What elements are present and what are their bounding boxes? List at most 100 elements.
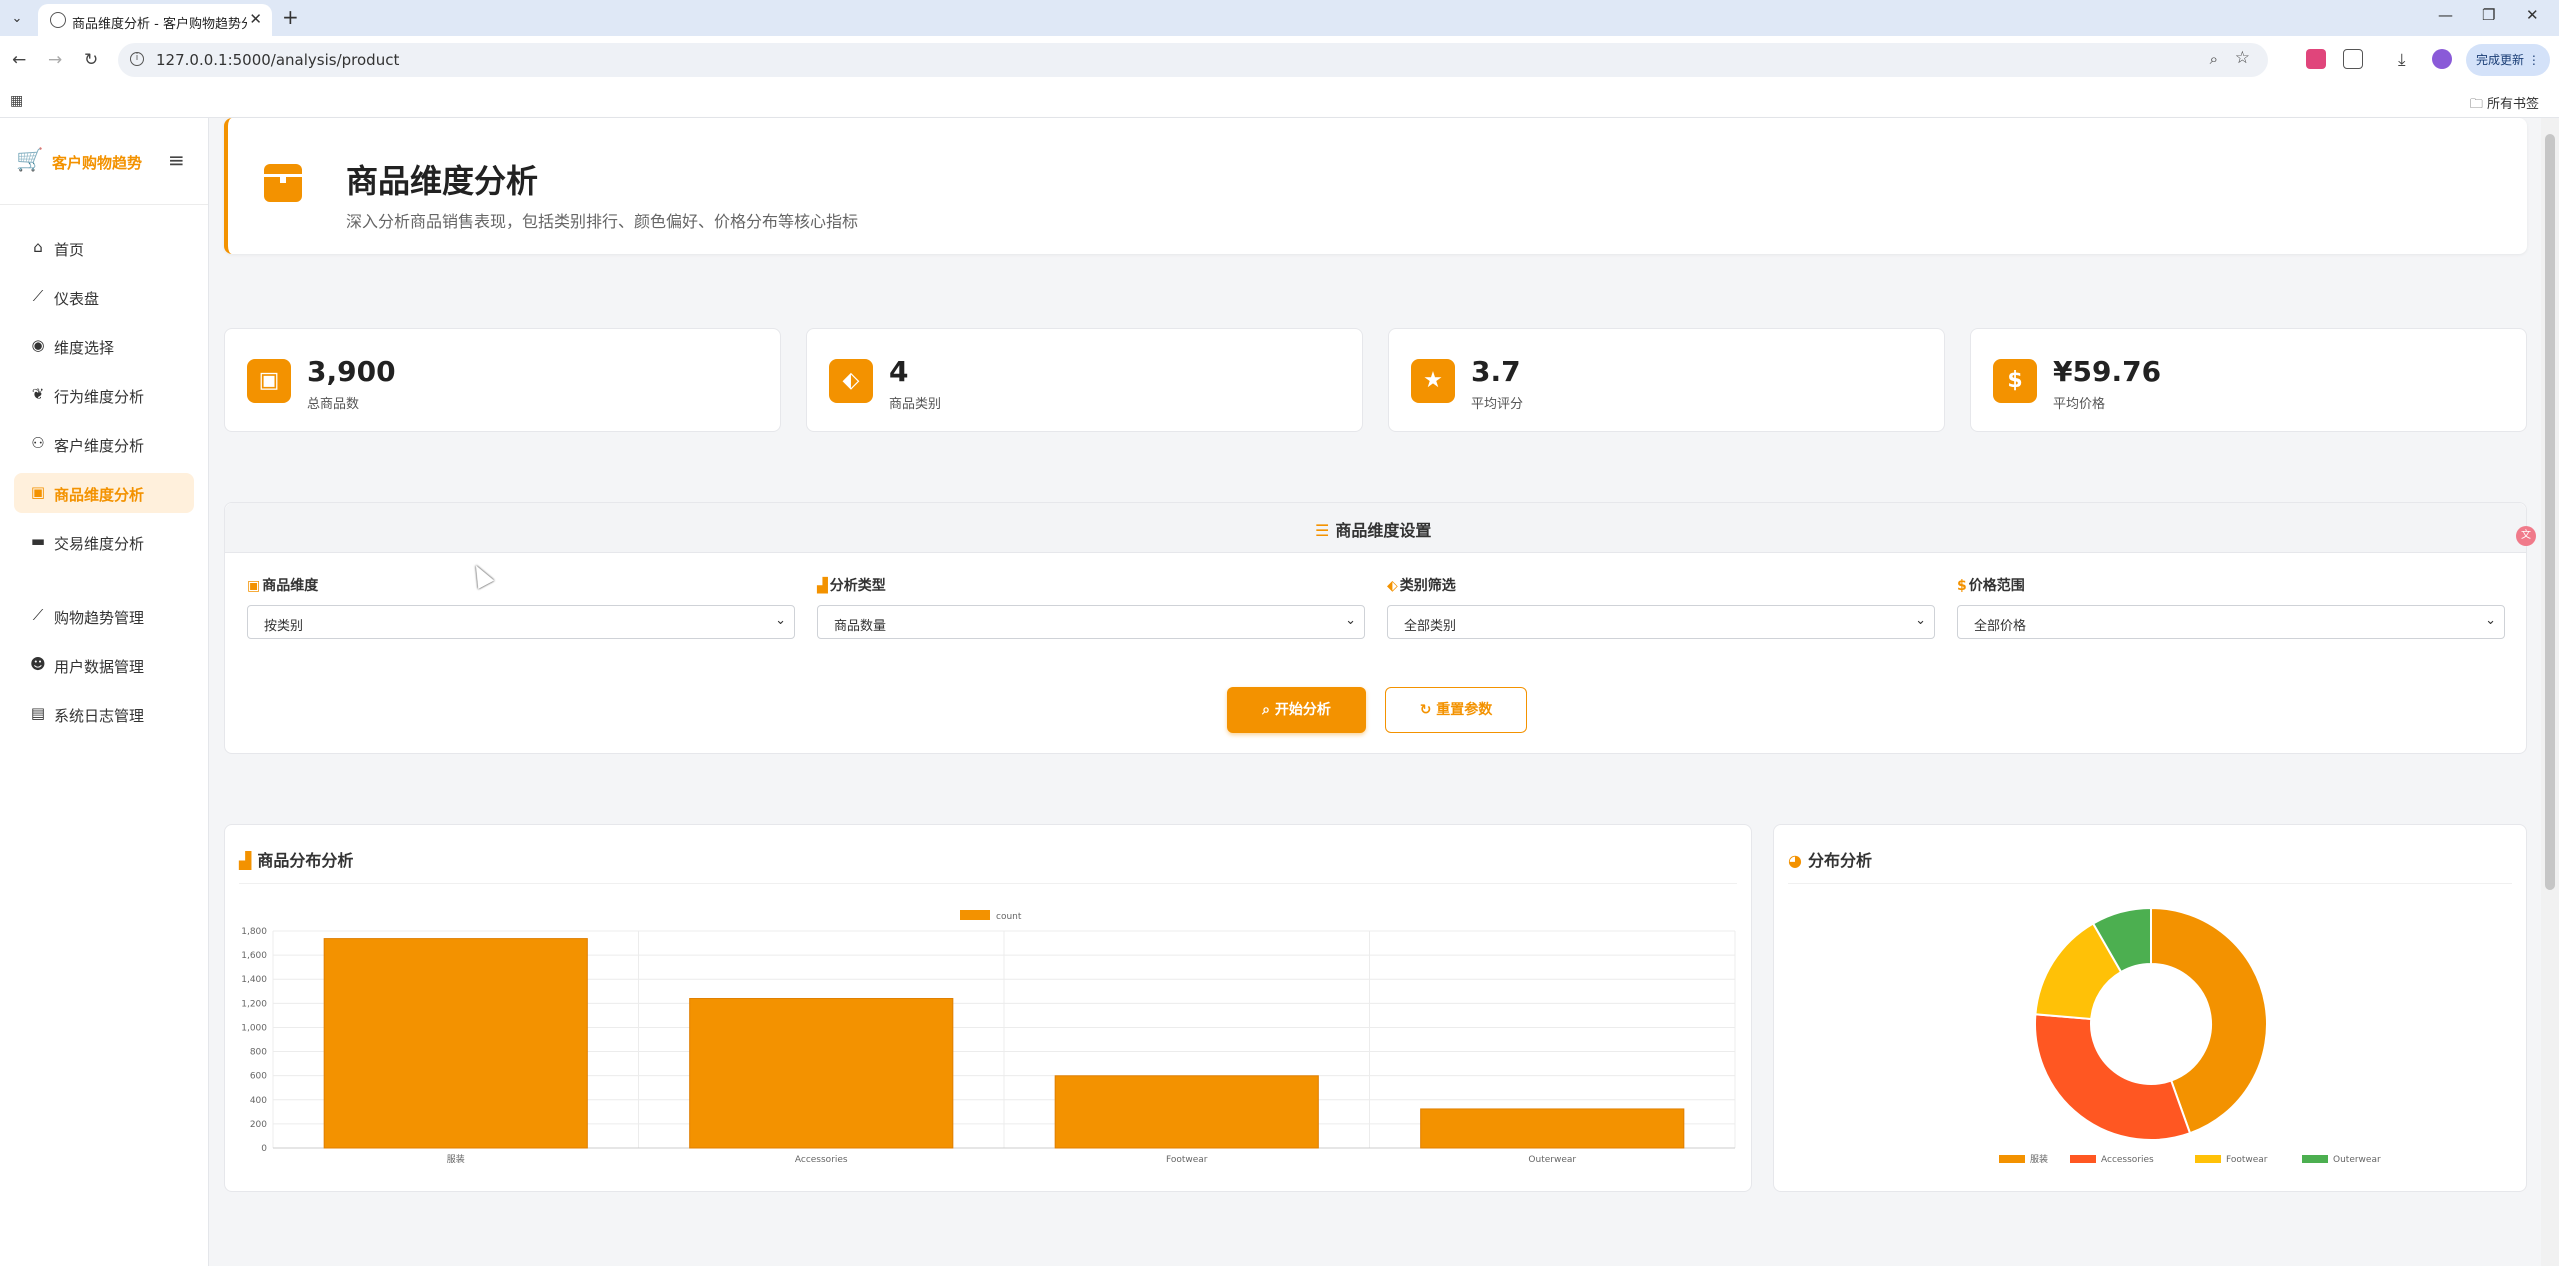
y-tick-label: 0 [261,1144,267,1154]
legend-label: Footwear [2226,1155,2268,1165]
field-analysis-type: ▟ 分析类型 商品数量 ⌄ [817,575,1365,639]
pie-slice [2034,1013,2192,1141]
sidebar-item-product[interactable]: ▣ 商品维度分析 [14,473,194,513]
sidebar-item-trend-manage[interactable]: ⟋ 购物趋势管理 [14,596,194,636]
stat-card-avg-price: $ ¥59.76 平均价格 [1970,328,2527,432]
bar [323,938,588,1149]
site-info-icon[interactable]: i [130,52,144,66]
extension-icon[interactable] [2306,49,2326,69]
y-tick-label: 1,600 [241,951,267,961]
tab-title: 商品维度分析 - 客户购物趋势分析 [72,17,247,32]
sidebar-item-transaction[interactable]: ▬ 交易维度分析 [14,522,194,562]
bookmarks-bar: ▦ 🗀 所有书签 [0,84,2559,118]
avatar[interactable] [2432,49,2452,69]
sliders-icon: ☰ [1315,521,1330,540]
zoom-magnifier-icon[interactable]: ⌕ [2210,50,2218,68]
legend-swatch [2195,1155,2221,1163]
browser-tab[interactable]: 商品维度分析 - 客户购物趋势分析 ✕ [38,4,272,36]
legend-label: count [996,912,1022,922]
box-icon: ▣ [247,578,261,594]
legend-label: Accessories [2101,1155,2154,1165]
restore-icon[interactable]: ❐ [2482,6,2495,24]
bar [1420,1108,1685,1149]
url-field[interactable]: i 127.0.0.1:5000/analysis/product ⌕ ☆ [118,43,2268,77]
dollar-icon: $ [1993,359,2037,403]
analysis-type-select[interactable]: 商品数量 ⌄ [817,605,1365,639]
x-tick-label: 服装 [447,1153,465,1165]
category-filter-select[interactable]: 全部类别 ⌄ [1387,605,1935,639]
x-tick-label: Footwear [1166,1155,1208,1165]
pie-chart-card: ◕ 分布分析 服装 Accessories Footwear Outerwear [1773,824,2527,1192]
y-tick-label: 1,000 [241,1023,267,1033]
sidebar-item-label: 仪表盘 [54,290,100,308]
x-tick-label: Accessories [795,1155,848,1165]
sidebar-item-user-data[interactable]: ☻ 用户数据管理 [14,645,194,685]
sidebar-item-dashboard[interactable]: ⟋ 仪表盘 [14,277,194,317]
stat-value: 3.7 [1471,355,1521,388]
field-label: 价格范围 [1968,578,2025,594]
update-button[interactable]: 完成更新 ⋮ [2466,44,2550,76]
stat-label: 商品类别 [889,397,942,412]
window-close-icon[interactable]: ✕ [2526,6,2539,24]
new-tab-plus-icon[interactable]: + [282,5,299,29]
tab-list-chevron-icon[interactable]: ⌄ [6,8,28,30]
all-bookmarks-label: 所有书签 [2486,97,2539,112]
browser-tab-bar: ⌄ 商品维度分析 - 客户购物趋势分析 ✕ + — ❐ ✕ [0,0,2559,36]
legend-swatch [2302,1155,2328,1163]
update-label: 完成更新 [2476,53,2525,67]
field-price-range: $ 价格范围 全部价格 ⌄ [1957,575,2505,639]
download-icon[interactable]: ⤓ [2398,50,2406,70]
bookmark-star-icon[interactable]: ☆ [2235,48,2250,68]
sidebar-item-system-log[interactable]: ▤ 系统日志管理 [14,694,194,734]
minimize-icon[interactable]: — [2438,6,2453,24]
field-product-dimension: ▣ 商品维度 按类别 ⌄ [247,575,795,639]
puzzle-icon[interactable] [2343,49,2363,69]
back-arrow-icon[interactable]: ← [12,50,26,70]
sidebar-item-home[interactable]: ⌂ 首页 [14,228,194,268]
sidebar-item-label: 客户维度分析 [54,437,145,455]
reset-params-button[interactable]: ↻ 重置参数 [1385,687,1527,733]
select-value: 全部类别 [1404,619,1457,634]
sidebar-item-label: 交易维度分析 [54,535,145,553]
stat-label: 总商品数 [307,397,360,412]
brand[interactable]: 🛒 客户购物趋势 ≡ [16,148,196,178]
product-dimension-select[interactable]: 按类别 ⌄ [247,605,795,639]
url-text: 127.0.0.1:5000/analysis/product [156,51,400,69]
cart-icon: 🛒 [16,148,44,173]
apps-grid-icon[interactable]: ▦ [10,93,23,109]
brain-icon: ❦ [31,385,45,403]
start-analysis-button[interactable]: ⌕ 开始分析 [1227,687,1366,733]
hamburger-menu-icon[interactable]: ≡ [168,148,185,172]
legend-swatch [2070,1155,2096,1163]
price-range-select[interactable]: 全部价格 ⌄ [1957,605,2505,639]
star-icon: ★ [1411,359,1455,403]
page-scrollbar[interactable] [2541,118,2559,1266]
reload-icon[interactable]: ↻ [84,50,98,70]
sidebar-item-label: 维度选择 [54,339,115,357]
legend-swatch [1999,1155,2025,1163]
stat-value: ¥59.76 [2053,355,2162,388]
select-value: 商品数量 [834,619,887,634]
chart-bar-icon: ▟ [817,578,828,594]
select-value: 按类别 [264,619,304,634]
floating-translate-icon[interactable]: 文 [2516,526,2536,546]
legend-swatch [960,910,990,920]
sidebar-item-customer[interactable]: ⚇ 客户维度分析 [14,424,194,464]
sidebar-item-behavior[interactable]: ❦ 行为维度分析 [14,375,194,415]
tags-icon: ⬖ [829,359,873,403]
scrollbar-thumb[interactable] [2545,134,2555,890]
reset-params-label: 重置参数 [1436,702,1493,718]
credit-card-icon: ▬ [30,532,46,550]
y-tick-label: 1,400 [241,975,267,985]
all-bookmarks-button[interactable]: 🗀 所有书签 [2470,93,2539,117]
box-icon: ▣ [30,483,46,501]
forward-arrow-icon[interactable]: → [48,50,62,70]
bar-chart-card: ▟ 商品分布分析 0 200 400 600 800 1,000 1,200 1,400 1,60… [224,824,1752,1192]
settings-title: 商品维度设置 [1335,521,1432,540]
chart-line-icon: ⟋ [32,287,44,305]
sidebar-item-dimension-select[interactable]: ◉ 维度选择 [14,326,194,366]
tab-close-icon[interactable]: ✕ [249,10,262,28]
field-label: 商品维度 [262,578,319,594]
start-analysis-label: 开始分析 [1274,702,1331,718]
chevron-down-icon: ⌄ [2485,613,2496,628]
